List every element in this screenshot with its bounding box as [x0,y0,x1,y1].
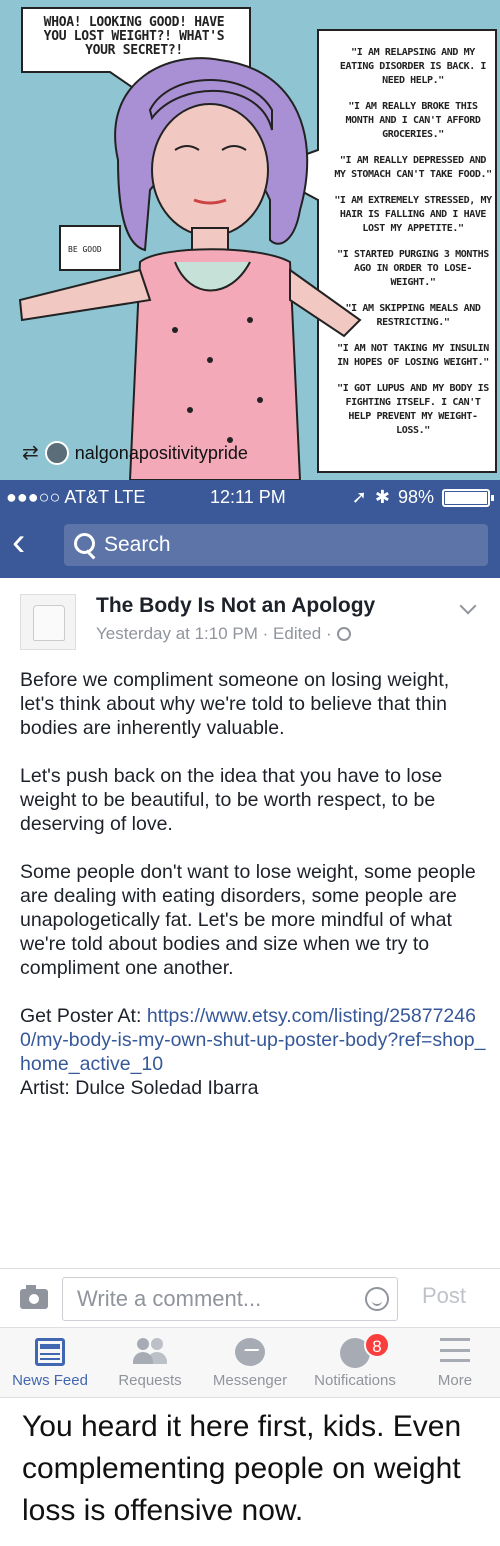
bluetooth-icon: ✱ [374,487,390,507]
notification-badge: 8 [364,1332,390,1358]
tab-label: Notifications [314,1372,396,1389]
nav-bar: ‹ Search [0,514,500,578]
tab-more[interactable]: More [410,1328,500,1398]
hamburger-icon [440,1338,470,1362]
news-feed-icon [35,1338,65,1366]
tab-label: More [437,1372,473,1389]
quote-item: "I AM REALLY BROKE THIS MONTH AND I CAN'… [345,101,481,140]
comment-bar: Write a comment... Post [0,1268,500,1328]
location-arrow-icon: ➚ [351,487,367,507]
post-body: Before we compliment someone on losing w… [20,668,486,1100]
repost-icon: ⇄ [22,442,39,464]
battery-percent: 98% [397,487,434,507]
caption-text: You heard it here first, kids. Even comp… [22,1410,462,1527]
post-author[interactable]: The Body Is Not an Apology [96,594,375,618]
tab-label: News Feed [12,1372,88,1389]
emoji-icon[interactable] [365,1287,389,1311]
search-placeholder: Search [104,533,171,556]
left-arm [18,268,152,322]
post-card: The Body Is Not an Apology Yesterday at … [0,578,500,1268]
poster-link-prefix: Get Poster At: [20,1005,147,1027]
repost-username[interactable]: nalgonapositivitypride [75,443,248,464]
repost-attribution[interactable]: ⇄ nalgonapositivitypride [22,440,248,466]
quote-item: "I AM RELAPSING AND MY EATING DISORDER I… [339,47,487,86]
tab-requests[interactable]: Requests [100,1328,200,1398]
avatar [44,441,69,465]
pill-bottle-label: BE GOOD [68,245,102,254]
tab-notifications[interactable]: Notifications [300,1328,410,1398]
tshirt-icon [33,605,65,641]
tab-messenger[interactable]: Messenger [200,1328,300,1398]
speech-left-text: WHOA! LOOKING GOOD! HAVE YOU LOST WEIGHT… [43,15,225,58]
status-bar: ●●●○○ AT&T LTE 12:11 PM ➚ ✱ 98% [0,480,500,514]
tab-label: Requests [118,1372,182,1389]
quote-item: "I STARTED PURGING 3 MONTHS AGO IN ORDER… [337,249,489,288]
camera-icon[interactable] [20,1285,48,1309]
tab-bar: News Feed Requests Messenger Notificatio… [0,1328,500,1398]
quote-item: "I AM NOT TAKING MY INSULIN IN HOPES OF … [337,343,489,368]
search-input[interactable]: Search [64,524,488,566]
post-button[interactable]: Post [422,1283,466,1309]
chevron-down-icon[interactable] [459,597,477,615]
post-paragraph: Before we compliment someone on losing w… [20,669,450,739]
quote-item: "I AM SKIPPING MEALS AND RESTRICTING." [345,303,481,328]
post-timestamp[interactable]: Yesterday at 1:10 PM · Edited · [96,624,332,644]
comment-placeholder: Write a comment... [77,1286,262,1311]
messenger-icon [235,1338,265,1366]
back-button[interactable]: ‹ [12,520,48,568]
post-paragraph: Let's push back on the idea that you hav… [20,765,443,835]
post-paragraph: Some people don't want to lose weight, s… [20,861,476,979]
post-meta: Yesterday at 1:10 PM · Edited · [96,624,351,644]
globe-icon [336,627,351,641]
search-icon [64,524,104,566]
artist-credit: Artist: Dulce Soledad Ibarra [20,1077,259,1099]
quote-item: "I GOT LUPUS AND MY BODY IS FIGHTING ITS… [337,383,489,436]
tab-news-feed[interactable]: News Feed [0,1328,100,1398]
carrier-label: ●●●○○ AT&T LTE [6,487,146,507]
poster-link-line: Get Poster At: https://www.etsy.com/list… [20,1004,486,1076]
page-avatar[interactable] [20,594,76,650]
quotes-list: "I AM RELAPSING AND MY EATING DISORDER I… [333,46,493,450]
quote-item: "I AM REALLY DEPRESSED AND MY STOMACH CA… [334,155,492,180]
status-right: ➚ ✱ 98% [351,487,494,508]
clock: 12:11 PM [210,487,286,507]
tab-label: Messenger [212,1372,288,1389]
poster-image: BE GOOD WHOA! LOOKING GOOD! HAVE YOU LOS… [0,0,500,480]
face [151,103,269,237]
quote-item: "I AM EXTREMELY STRESSED, MY HAIR IS FAL… [334,195,492,234]
comment-input[interactable]: Write a comment... [62,1277,398,1321]
battery-icon [442,488,494,507]
friend-requests-icon [133,1338,167,1364]
